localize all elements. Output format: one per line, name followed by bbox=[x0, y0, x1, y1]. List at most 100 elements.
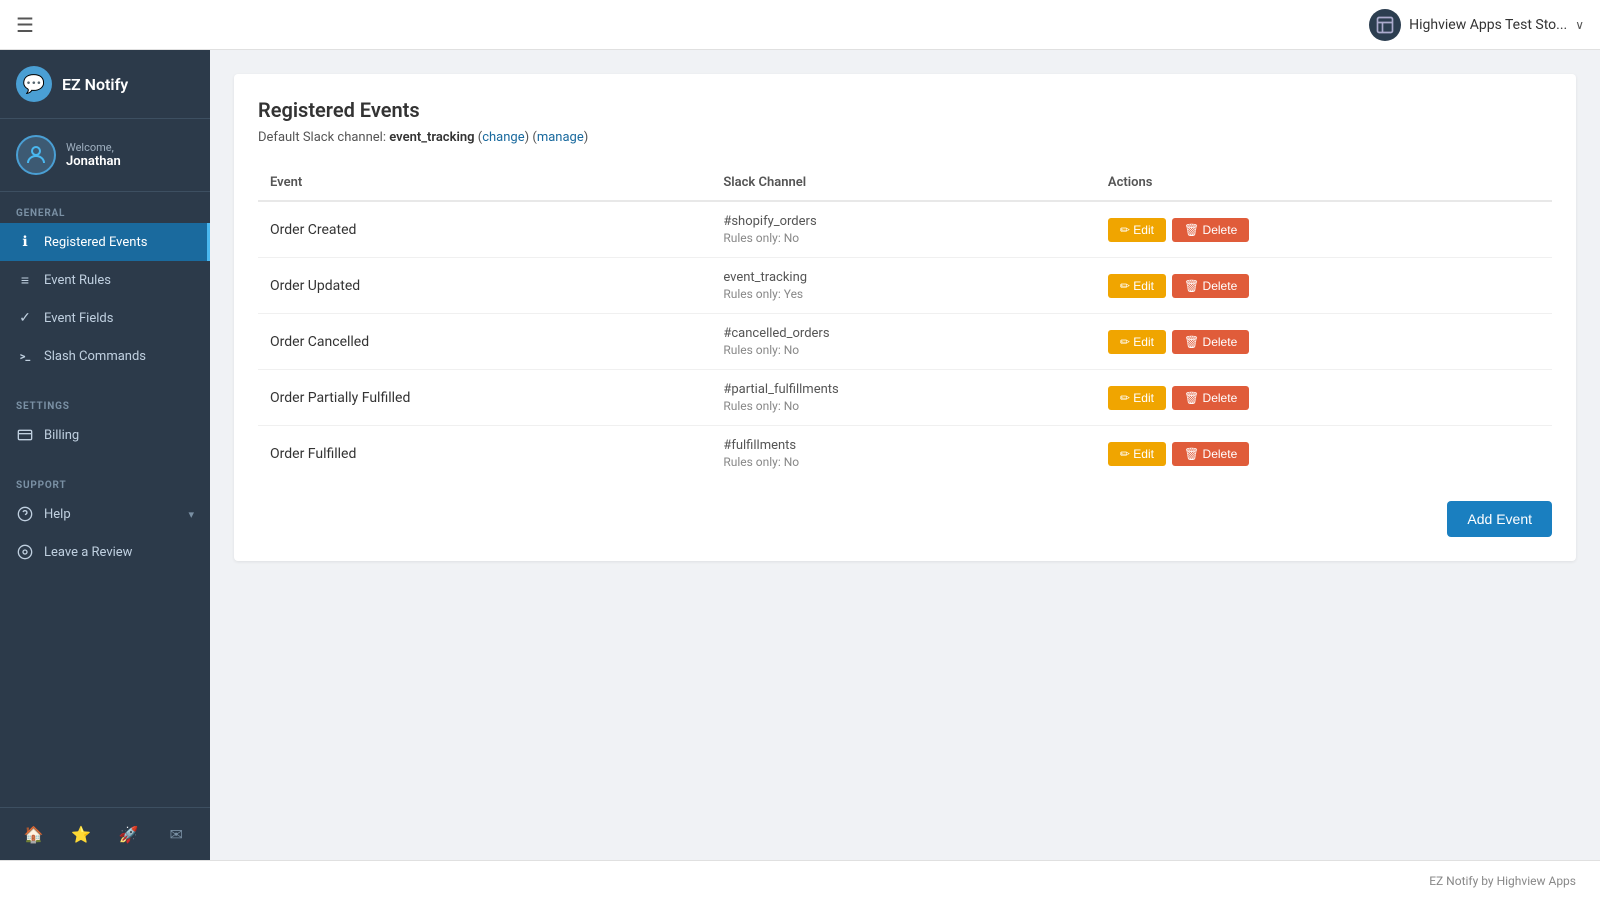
sidebar-item-registered-events[interactable]: ℹ Registered Events bbox=[0, 223, 210, 261]
mail-footer-icon[interactable]: ✉ bbox=[160, 818, 192, 850]
channel-cell: #shopify_orders Rules only: No bbox=[711, 201, 1096, 258]
event-name: Order Updated bbox=[270, 278, 699, 294]
table-row: Order Created #shopify_orders Rules only: … bbox=[258, 201, 1552, 258]
rocket-footer-icon[interactable]: 🚀 bbox=[113, 818, 145, 850]
subtitle-prefix: Default Slack channel: bbox=[258, 130, 386, 145]
event-name-cell: Order Created bbox=[258, 201, 711, 258]
sidebar-item-event-fields[interactable]: ✓ Event Fields bbox=[0, 299, 210, 337]
actions-cell: ✏ Edit 🗑 Delete bbox=[1096, 426, 1552, 482]
app-name: EZ Notify bbox=[62, 75, 128, 94]
col-header-actions: Actions bbox=[1096, 165, 1552, 201]
user-name: Jonathan bbox=[66, 154, 121, 169]
event-name-cell: Order Updated bbox=[258, 258, 711, 314]
help-expand-arrow: ▾ bbox=[188, 508, 194, 521]
actions-cell: ✏ Edit 🗑 Delete bbox=[1096, 201, 1552, 258]
list-icon: ≡ bbox=[16, 271, 34, 289]
edit-button-1[interactable]: ✏ Edit bbox=[1108, 274, 1166, 298]
change-link[interactable]: change bbox=[482, 130, 524, 145]
manage-link[interactable]: manage bbox=[537, 130, 584, 145]
delete-button-3[interactable]: 🗑 Delete bbox=[1172, 386, 1249, 410]
user-info: Welcome, Jonathan bbox=[66, 141, 121, 169]
sidebar-footer: 🏠 ⭐ 🚀 ✉ bbox=[0, 807, 210, 860]
user-section: Welcome, Jonathan bbox=[0, 119, 210, 192]
top-header: ☰ Highview Apps Test Sto... ∨ bbox=[0, 0, 1600, 50]
nav-support: SUPPORT Help ▾ Leave a bbox=[0, 464, 210, 581]
support-label: SUPPORT bbox=[0, 474, 210, 495]
table-row: Order Partially Fulfilled #partial_fulfil… bbox=[258, 370, 1552, 426]
nav-label-registered-events: Registered Events bbox=[44, 235, 147, 250]
action-buttons: ✏ Edit 🗑 Delete bbox=[1108, 218, 1540, 242]
channel-name: #cancelled_orders bbox=[723, 326, 1084, 341]
nav-label-leave-review: Leave a Review bbox=[44, 545, 132, 560]
channel-name: event_tracking bbox=[723, 270, 1084, 285]
channel-cell: #fulfillments Rules only: No bbox=[711, 426, 1096, 482]
channel-cell: #partial_fulfillmentsRules only: No bbox=[711, 370, 1096, 426]
action-buttons: ✏ Edit 🗑 Delete bbox=[1108, 330, 1540, 354]
sidebar-item-help[interactable]: Help ▾ bbox=[0, 495, 210, 533]
event-name: Order Cancelled bbox=[270, 334, 699, 350]
rules-only: Rules only: No bbox=[723, 231, 1084, 245]
nav-label-event-rules: Event Rules bbox=[44, 273, 111, 288]
sidebar-item-billing[interactable]: Billing bbox=[0, 416, 210, 454]
actions-cell: ✏ Edit 🗑 Delete bbox=[1096, 314, 1552, 370]
default-channel: event_tracking bbox=[389, 130, 474, 145]
general-label: GENERAL bbox=[0, 202, 210, 223]
main-content: Registered Events Default Slack channel:… bbox=[210, 50, 1600, 860]
sidebar-item-leave-review[interactable]: Leave a Review bbox=[0, 533, 210, 571]
delete-button-4[interactable]: 🗑 Delete bbox=[1172, 442, 1249, 466]
check-icon: ✓ bbox=[16, 309, 34, 327]
action-buttons: ✏ Edit 🗑 Delete bbox=[1108, 274, 1540, 298]
sidebar-item-slash-commands[interactable]: >_ Slash Commands bbox=[0, 337, 210, 375]
actions-cell: ✏ Edit 🗑 Delete bbox=[1096, 370, 1552, 426]
review-icon bbox=[16, 543, 34, 561]
events-table: Event Slack Channel Actions Order Create… bbox=[258, 165, 1552, 481]
channel-cell: event_trackingRules only: Yes bbox=[711, 258, 1096, 314]
event-name-cell: Order Fulfilled bbox=[258, 426, 711, 482]
delete-button-2[interactable]: 🗑 Delete bbox=[1172, 330, 1249, 354]
add-event-row: Add Event bbox=[258, 501, 1552, 537]
brand-icon: 💬 bbox=[16, 66, 52, 102]
event-name: Order Partially Fulfilled bbox=[270, 390, 699, 406]
sidebar: 💬 EZ Notify Welcome, Jonathan GENERAL ℹ bbox=[0, 50, 210, 860]
nav-label-help: Help bbox=[44, 507, 71, 522]
edit-button-3[interactable]: ✏ Edit bbox=[1108, 386, 1166, 410]
header-right: Highview Apps Test Sto... ∨ bbox=[1369, 9, 1584, 41]
footer-text: EZ Notify by Highview Apps bbox=[1429, 874, 1576, 888]
info-icon: ℹ bbox=[16, 233, 34, 251]
page-card: Registered Events Default Slack channel:… bbox=[234, 74, 1576, 561]
header-left: ☰ bbox=[16, 13, 34, 37]
sidebar-item-event-rules[interactable]: ≡ Event Rules bbox=[0, 261, 210, 299]
store-avatar bbox=[1369, 9, 1401, 41]
user-avatar bbox=[16, 135, 56, 175]
rules-only: Rules only: No bbox=[723, 343, 1084, 357]
hamburger-icon[interactable]: ☰ bbox=[16, 13, 34, 37]
col-header-event: Event bbox=[258, 165, 711, 201]
rules-only: Rules only: No bbox=[723, 455, 1084, 469]
edit-button-0[interactable]: ✏ Edit bbox=[1108, 218, 1166, 242]
nav-settings: SETTINGS Billing bbox=[0, 385, 210, 464]
delete-button-1[interactable]: 🗑 Delete bbox=[1172, 274, 1249, 298]
delete-button-0[interactable]: 🗑 Delete bbox=[1172, 218, 1249, 242]
event-name-cell: Order Partially Fulfilled bbox=[258, 370, 711, 426]
help-icon bbox=[16, 505, 34, 523]
terminal-icon: >_ bbox=[16, 347, 34, 365]
table-row: Order Cancelled #cancelled_orders Rules on… bbox=[258, 314, 1552, 370]
channel-name: #fulfillments bbox=[723, 438, 1084, 453]
welcome-text: Welcome, bbox=[66, 141, 121, 154]
store-dropdown-arrow[interactable]: ∨ bbox=[1575, 18, 1584, 32]
nav-label-billing: Billing bbox=[44, 428, 79, 443]
star-footer-icon[interactable]: ⭐ bbox=[65, 818, 97, 850]
channel-name: #shopify_orders bbox=[723, 214, 1084, 229]
page-subtitle: Default Slack channel: event_tracking (c… bbox=[258, 130, 1552, 145]
channel-name: #partial_fulfillments bbox=[723, 382, 1084, 397]
edit-button-4[interactable]: ✏ Edit bbox=[1108, 442, 1166, 466]
layout: 💬 EZ Notify Welcome, Jonathan GENERAL ℹ bbox=[0, 50, 1600, 860]
edit-button-2[interactable]: ✏ Edit bbox=[1108, 330, 1166, 354]
event-name: Order Created bbox=[270, 222, 699, 238]
table-row: Order Updated event_trackingRules only: Y… bbox=[258, 258, 1552, 314]
page-title: Registered Events bbox=[258, 98, 1552, 122]
sidebar-brand: 💬 EZ Notify bbox=[0, 50, 210, 119]
page-footer: EZ Notify by Highview Apps bbox=[0, 860, 1600, 900]
add-event-button[interactable]: Add Event bbox=[1447, 501, 1552, 537]
home-footer-icon[interactable]: 🏠 bbox=[18, 818, 50, 850]
